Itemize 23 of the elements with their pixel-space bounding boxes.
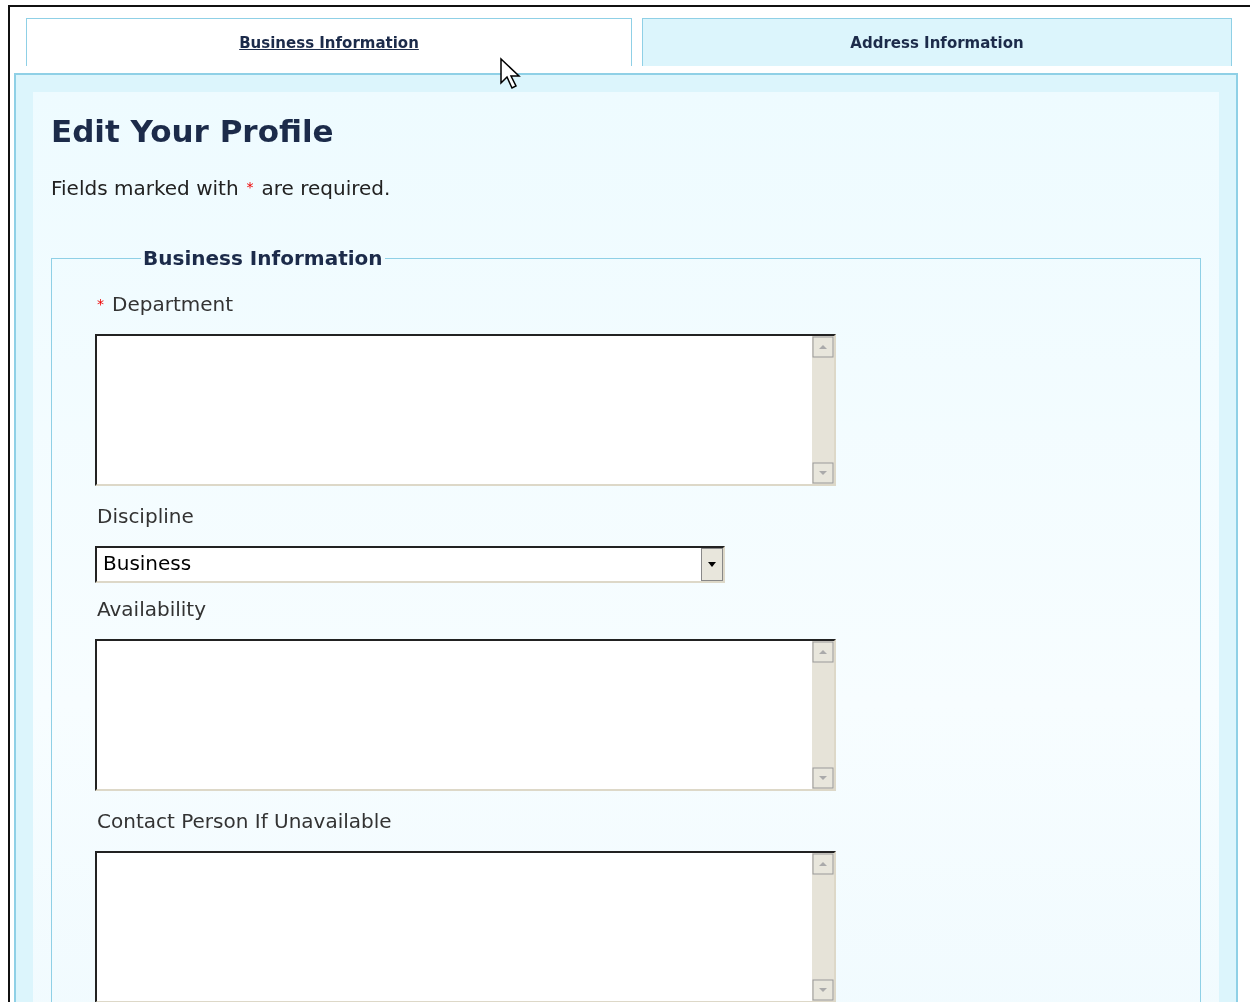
required-icon: *	[97, 296, 104, 312]
field-label: Department	[112, 292, 234, 316]
field-label: Availability	[97, 597, 206, 621]
discipline-dropdown[interactable]: Business	[95, 546, 725, 583]
scroll-down-icon[interactable]	[812, 979, 834, 1001]
scrollbar[interactable]	[812, 641, 834, 789]
scroll-up-icon[interactable]	[812, 641, 834, 663]
scrollbar[interactable]	[812, 853, 834, 1001]
text-area[interactable]	[95, 851, 836, 1002]
scroll-down-icon[interactable]	[812, 767, 834, 789]
scroll-down-icon[interactable]	[812, 462, 834, 484]
scroll-up-icon[interactable]	[812, 336, 834, 358]
tab[interactable]: Address Information	[642, 18, 1232, 66]
scrollbar[interactable]	[812, 336, 834, 484]
tab[interactable]: Business Information	[26, 18, 632, 66]
text-area[interactable]	[95, 639, 836, 791]
required-note: Fields marked with $^{*}$ are required.	[51, 176, 392, 200]
page-title: Edit Your Profile	[51, 112, 335, 150]
text-area[interactable]	[95, 334, 836, 486]
section-title: Business Information	[142, 246, 384, 270]
field-label: Discipline	[97, 504, 194, 528]
field-label: Contact Person If Unavailable	[97, 809, 392, 833]
scroll-up-icon[interactable]	[812, 853, 834, 875]
